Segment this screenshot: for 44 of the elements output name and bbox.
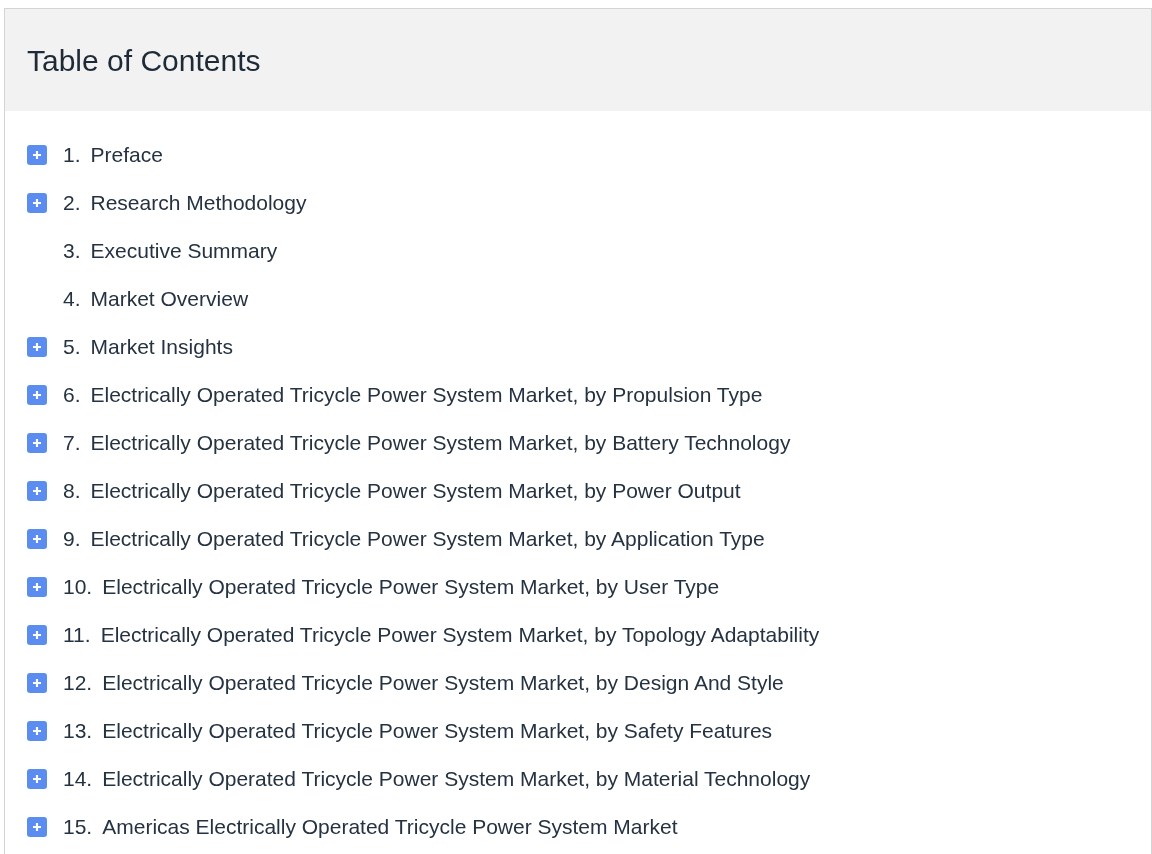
section-number: 14. bbox=[63, 766, 93, 793]
expand-plus-icon[interactable] bbox=[27, 193, 47, 213]
expand-plus-icon[interactable] bbox=[27, 673, 47, 693]
expand-plus-icon[interactable] bbox=[27, 145, 47, 165]
section-number: 5. bbox=[63, 334, 81, 361]
section-number: 11. bbox=[63, 622, 91, 649]
section-link[interactable]: Electrically Operated Tricycle Power System Market, by Propulsion Type bbox=[90, 379, 763, 411]
section-number: 15. bbox=[63, 814, 93, 841]
expand-plus-icon[interactable] bbox=[27, 817, 47, 837]
expand-plus-icon[interactable] bbox=[27, 529, 47, 549]
panel-title: Table of Contents bbox=[27, 42, 261, 79]
section-link[interactable]: Electrically Operated Tricycle Power System Market, by Power Output bbox=[90, 475, 741, 507]
section-number: 7. bbox=[63, 430, 81, 457]
expand-plus-icon[interactable] bbox=[27, 577, 47, 597]
section-link[interactable]: Preface bbox=[90, 139, 163, 171]
section-number: 10. bbox=[63, 574, 93, 601]
section-number: 6. bbox=[63, 382, 81, 409]
expand-plus-icon[interactable] bbox=[27, 433, 47, 453]
section-link[interactable]: Electrically Operated Tricycle Power System Market, by User Type bbox=[102, 571, 720, 603]
section-number: 2. bbox=[63, 190, 81, 217]
section-link[interactable]: Electrically Operated Tricycle Power System Market, by Material Technology bbox=[102, 763, 811, 795]
section-link[interactable]: Electrically Operated Tricycle Power System Market, by Application Type bbox=[90, 523, 765, 555]
expand-plus-icon[interactable] bbox=[27, 769, 47, 789]
section-number: 1. bbox=[63, 142, 81, 169]
section-link[interactable]: Electrically Operated Tricycle Power System Market, by Safety Features bbox=[102, 715, 773, 747]
expand-plus-icon[interactable] bbox=[27, 385, 47, 405]
section-number: 3. bbox=[63, 238, 81, 265]
section-number: 8. bbox=[63, 478, 81, 505]
section-number: 4. bbox=[63, 286, 81, 313]
expand-plus-icon[interactable] bbox=[27, 337, 47, 357]
section-link[interactable]: Electrically Operated Tricycle Power System Market, by Topology Adaptability bbox=[100, 619, 820, 651]
section-number: 13. bbox=[63, 718, 93, 745]
expand-plus-icon[interactable] bbox=[27, 481, 47, 501]
section-link[interactable]: Electrically Operated Tricycle Power System Market, by Battery Technology bbox=[90, 427, 791, 459]
section-link[interactable]: Executive Summary bbox=[90, 235, 278, 267]
section-link[interactable]: Market Insights bbox=[90, 331, 233, 363]
section-number: 9. bbox=[63, 526, 81, 553]
section-link[interactable]: Research Methodology bbox=[90, 187, 307, 219]
section-link[interactable]: Americas Electrically Operated Tricycle Power System Market bbox=[102, 811, 678, 843]
section-number: 12. bbox=[63, 670, 93, 697]
expand-plus-icon[interactable] bbox=[27, 625, 47, 645]
section-link[interactable]: Electrically Operated Tricycle Power System Market, by Design And Style bbox=[102, 667, 784, 699]
section-link[interactable]: Market Overview bbox=[90, 283, 249, 315]
expand-plus-icon[interactable] bbox=[27, 721, 47, 741]
